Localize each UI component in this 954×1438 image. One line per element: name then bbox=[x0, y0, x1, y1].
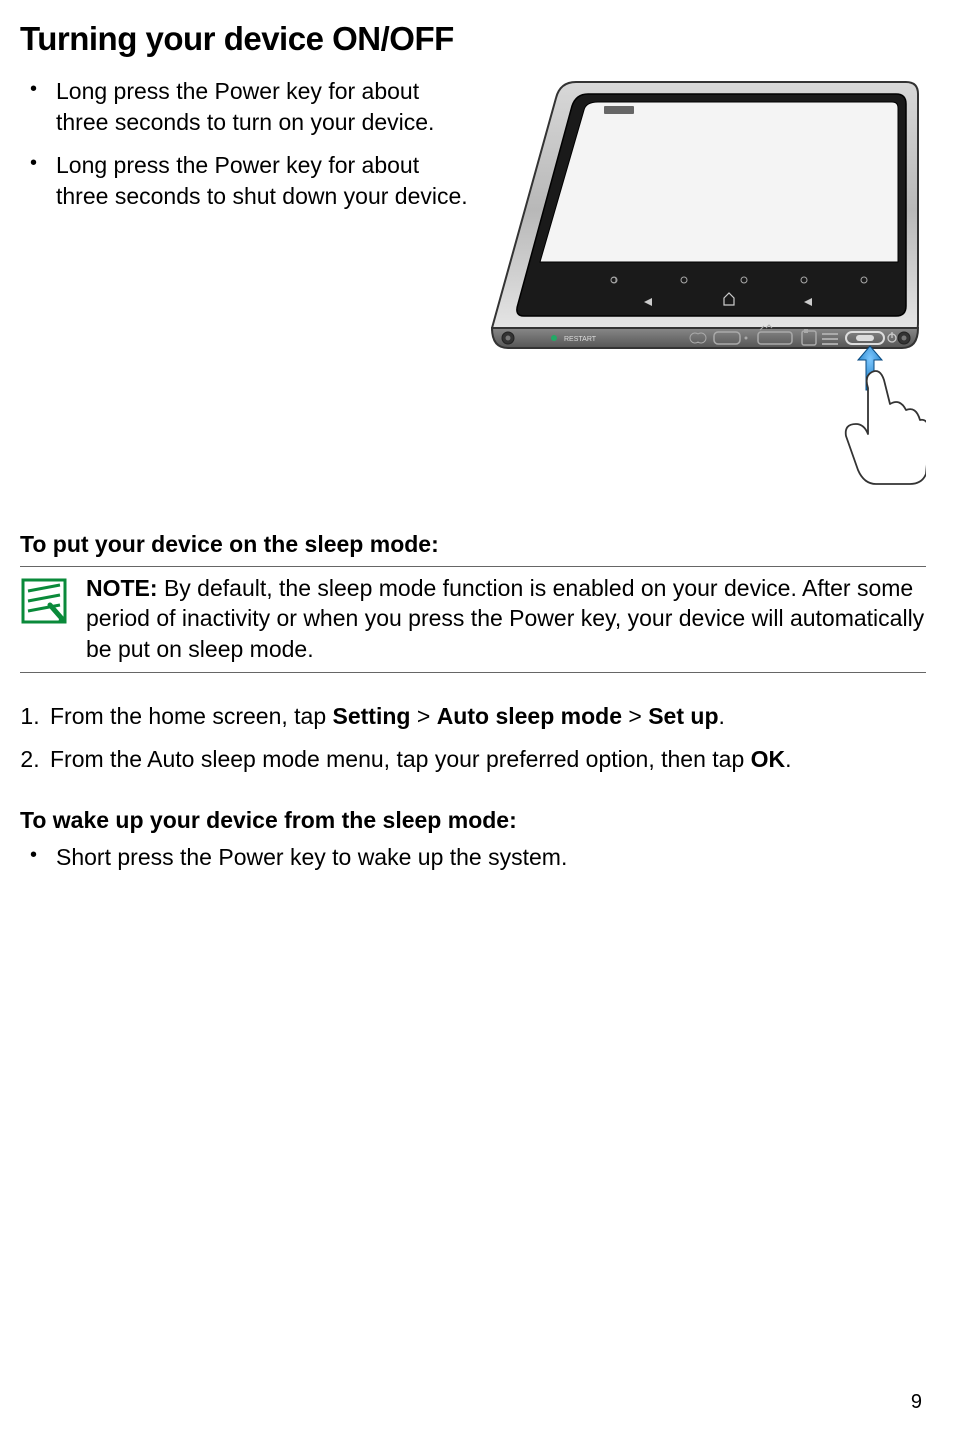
list-item: Short press the Power key to wake up the… bbox=[26, 842, 926, 873]
page-title: Turning your device ON/OFF bbox=[20, 20, 926, 58]
text: Set up bbox=[648, 703, 718, 729]
text: > bbox=[622, 703, 648, 729]
text: From the home screen, tap bbox=[50, 703, 333, 729]
list-item: Long press the Power key for about three… bbox=[26, 76, 476, 138]
sleep-steps: From the home screen, tap Setting > Auto… bbox=[20, 701, 926, 775]
text: OK bbox=[751, 746, 786, 772]
note-label: NOTE: bbox=[86, 575, 158, 601]
note-text: NOTE: By default, the sleep mode functio… bbox=[86, 573, 926, 664]
text: > bbox=[410, 703, 436, 729]
list-item: From the home screen, tap Setting > Auto… bbox=[46, 701, 926, 732]
text: Setting bbox=[333, 703, 411, 729]
page-number: 9 bbox=[911, 1391, 922, 1414]
note-body: By default, the sleep mode function is e… bbox=[86, 575, 924, 662]
list-item: From the Auto sleep mode menu, tap your … bbox=[46, 744, 926, 775]
device-illustration: RESTART bbox=[486, 76, 926, 491]
intro-column: Long press the Power key for about three… bbox=[20, 76, 476, 491]
hand-icon bbox=[846, 371, 926, 484]
list-item: Long press the Power key for about three… bbox=[26, 150, 476, 212]
top-row: Long press the Power key for about three… bbox=[20, 76, 926, 491]
note-block: NOTE: By default, the sleep mode functio… bbox=[20, 566, 926, 673]
text: . bbox=[785, 746, 791, 772]
wake-heading: To wake up your device from the sleep mo… bbox=[20, 807, 926, 834]
intro-bullets: Long press the Power key for about three… bbox=[20, 76, 476, 212]
text: Auto sleep mode bbox=[437, 703, 622, 729]
sleep-heading: To put your device on the sleep mode: bbox=[20, 531, 926, 558]
text: . bbox=[719, 703, 725, 729]
wake-bullets: Short press the Power key to wake up the… bbox=[20, 842, 926, 873]
tablet-power-illustration: RESTART bbox=[486, 76, 926, 486]
text: From the Auto sleep mode menu, tap your … bbox=[50, 746, 751, 772]
restart-label: RESTART bbox=[564, 336, 597, 343]
note-icon bbox=[20, 577, 68, 630]
